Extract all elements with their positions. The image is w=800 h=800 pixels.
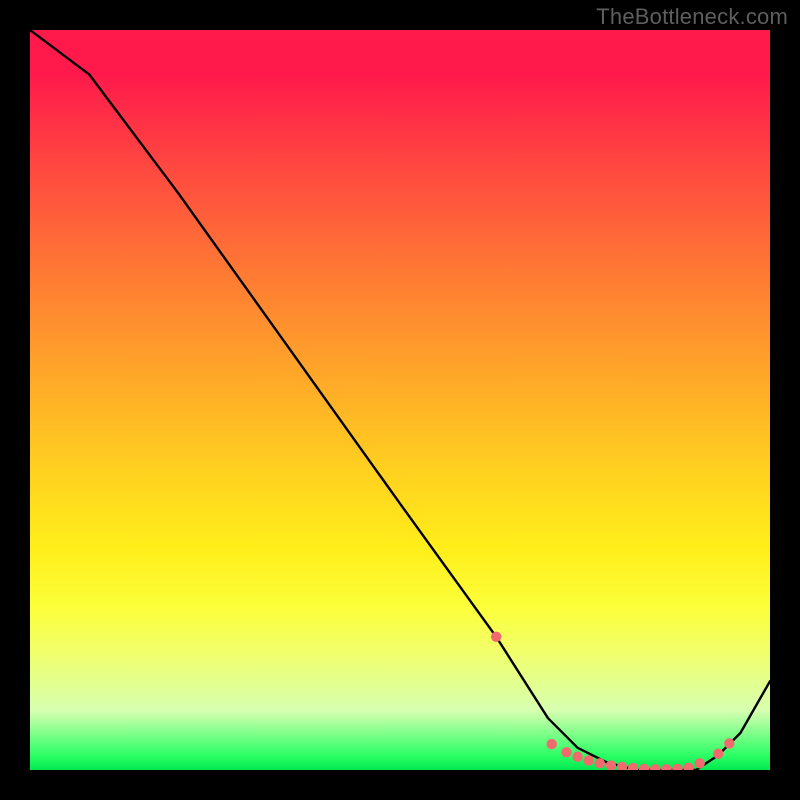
curve-marker xyxy=(572,752,582,762)
curve-marker xyxy=(683,763,693,770)
watermark-text: TheBottleneck.com xyxy=(596,4,788,30)
curve-marker xyxy=(724,738,734,748)
curve-marker xyxy=(547,739,557,749)
curve-marker xyxy=(561,747,571,757)
curve-marker xyxy=(672,764,682,770)
curve-marker xyxy=(617,762,627,770)
curve-marker xyxy=(713,749,723,759)
marker-group xyxy=(491,632,735,770)
curve-marker xyxy=(628,763,638,770)
curve-marker xyxy=(595,758,605,768)
chart-svg xyxy=(30,30,770,770)
plot-area xyxy=(30,30,770,770)
chart-frame: TheBottleneck.com xyxy=(0,0,800,800)
curve-marker xyxy=(639,764,649,770)
curve-marker xyxy=(584,755,594,765)
bottleneck-curve-line xyxy=(30,30,770,770)
curve-marker xyxy=(695,758,705,768)
curve-marker xyxy=(661,764,671,770)
curve-marker xyxy=(650,764,660,770)
curve-marker xyxy=(491,632,501,642)
